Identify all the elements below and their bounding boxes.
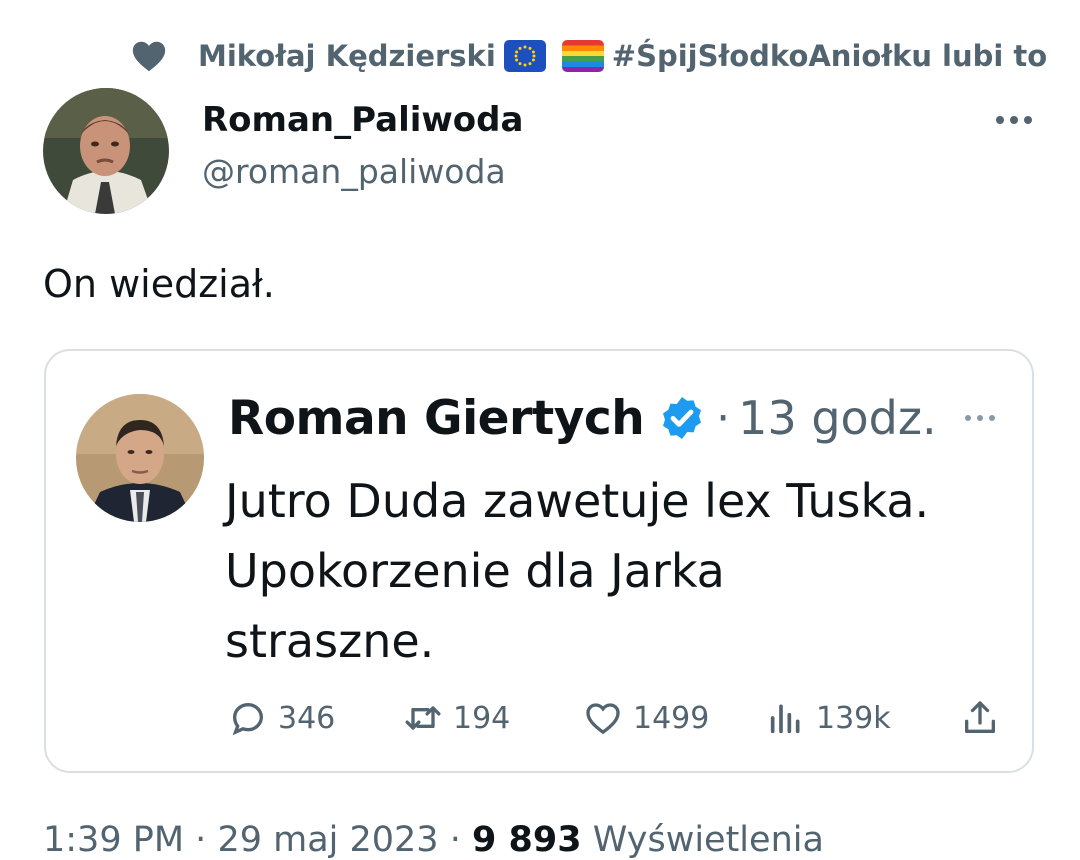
author-display-name[interactable]: Roman_Paliwoda bbox=[202, 100, 523, 140]
verified-badge-icon bbox=[663, 397, 702, 439]
quoted-more-options-icon[interactable] bbox=[960, 408, 1000, 428]
meta-separator: · bbox=[195, 820, 207, 860]
heart-icon bbox=[132, 41, 166, 72]
share-icon bbox=[965, 701, 995, 733]
meta-separator: · bbox=[449, 820, 461, 860]
like-button[interactable]: 1499 bbox=[583, 696, 709, 740]
liked-by-name[interactable]: Mikołaj Kędzierski bbox=[198, 39, 496, 73]
quoted-timestamp[interactable]: 13 godz. bbox=[738, 391, 936, 445]
quoted-tweet-header: Roman Giertych · 13 godz. bbox=[228, 386, 937, 450]
share-button[interactable] bbox=[960, 696, 1010, 740]
tweet-text: On wiedział. bbox=[43, 262, 275, 306]
author-avatar[interactable] bbox=[43, 88, 169, 214]
hashtag[interactable]: #ŚpijSłodkoAniołku bbox=[612, 39, 932, 73]
quoted-tweet-text: Jutro Duda zawetuje lex Tuska. Upokorzen… bbox=[225, 466, 1015, 676]
views-count: 139k bbox=[816, 700, 891, 736]
views-chart-icon bbox=[770, 704, 800, 734]
rainbow-flag-emoji bbox=[561, 40, 604, 72]
reply-count: 346 bbox=[278, 700, 336, 736]
header-separator: · bbox=[716, 392, 731, 444]
views-total: 9 893 bbox=[472, 820, 582, 860]
views-button[interactable]: 139k bbox=[766, 696, 891, 740]
like-count: 1499 bbox=[633, 700, 710, 736]
retweet-count: 194 bbox=[453, 700, 511, 736]
like-heart-icon bbox=[586, 703, 620, 735]
quoted-text-line: straszne. bbox=[225, 614, 435, 668]
eu-flag-emoji bbox=[503, 40, 546, 72]
tweet-meta: 1:39 PM · 29 maj 2023 · 9 893 Wyświetlen… bbox=[43, 820, 824, 860]
likes-suffix: lubi to bbox=[942, 39, 1048, 73]
retweet-button[interactable]: 194 bbox=[403, 696, 510, 740]
quoted-text-line: Upokorzenie dla Jarka bbox=[225, 544, 725, 598]
reply-button[interactable]: 346 bbox=[228, 696, 335, 740]
quoted-author-avatar[interactable] bbox=[76, 394, 204, 522]
quoted-text-line: Jutro Duda zawetuje lex Tuska. bbox=[225, 474, 930, 528]
tweet-date[interactable]: 29 maj 2023 bbox=[217, 820, 438, 860]
views-label: Wyświetlenia bbox=[592, 820, 824, 860]
reply-icon bbox=[232, 702, 264, 736]
author-handle[interactable]: @roman_paliwoda bbox=[202, 152, 506, 191]
more-options-icon[interactable] bbox=[992, 108, 1036, 132]
tweet-time[interactable]: 1:39 PM bbox=[43, 820, 184, 860]
social-context: Mikołaj Kędzierski #ŚpijSłodkoAniołku lu… bbox=[130, 34, 1047, 78]
quoted-author-name[interactable]: Roman Giertych bbox=[228, 391, 645, 446]
retweet-icon bbox=[405, 706, 441, 730]
